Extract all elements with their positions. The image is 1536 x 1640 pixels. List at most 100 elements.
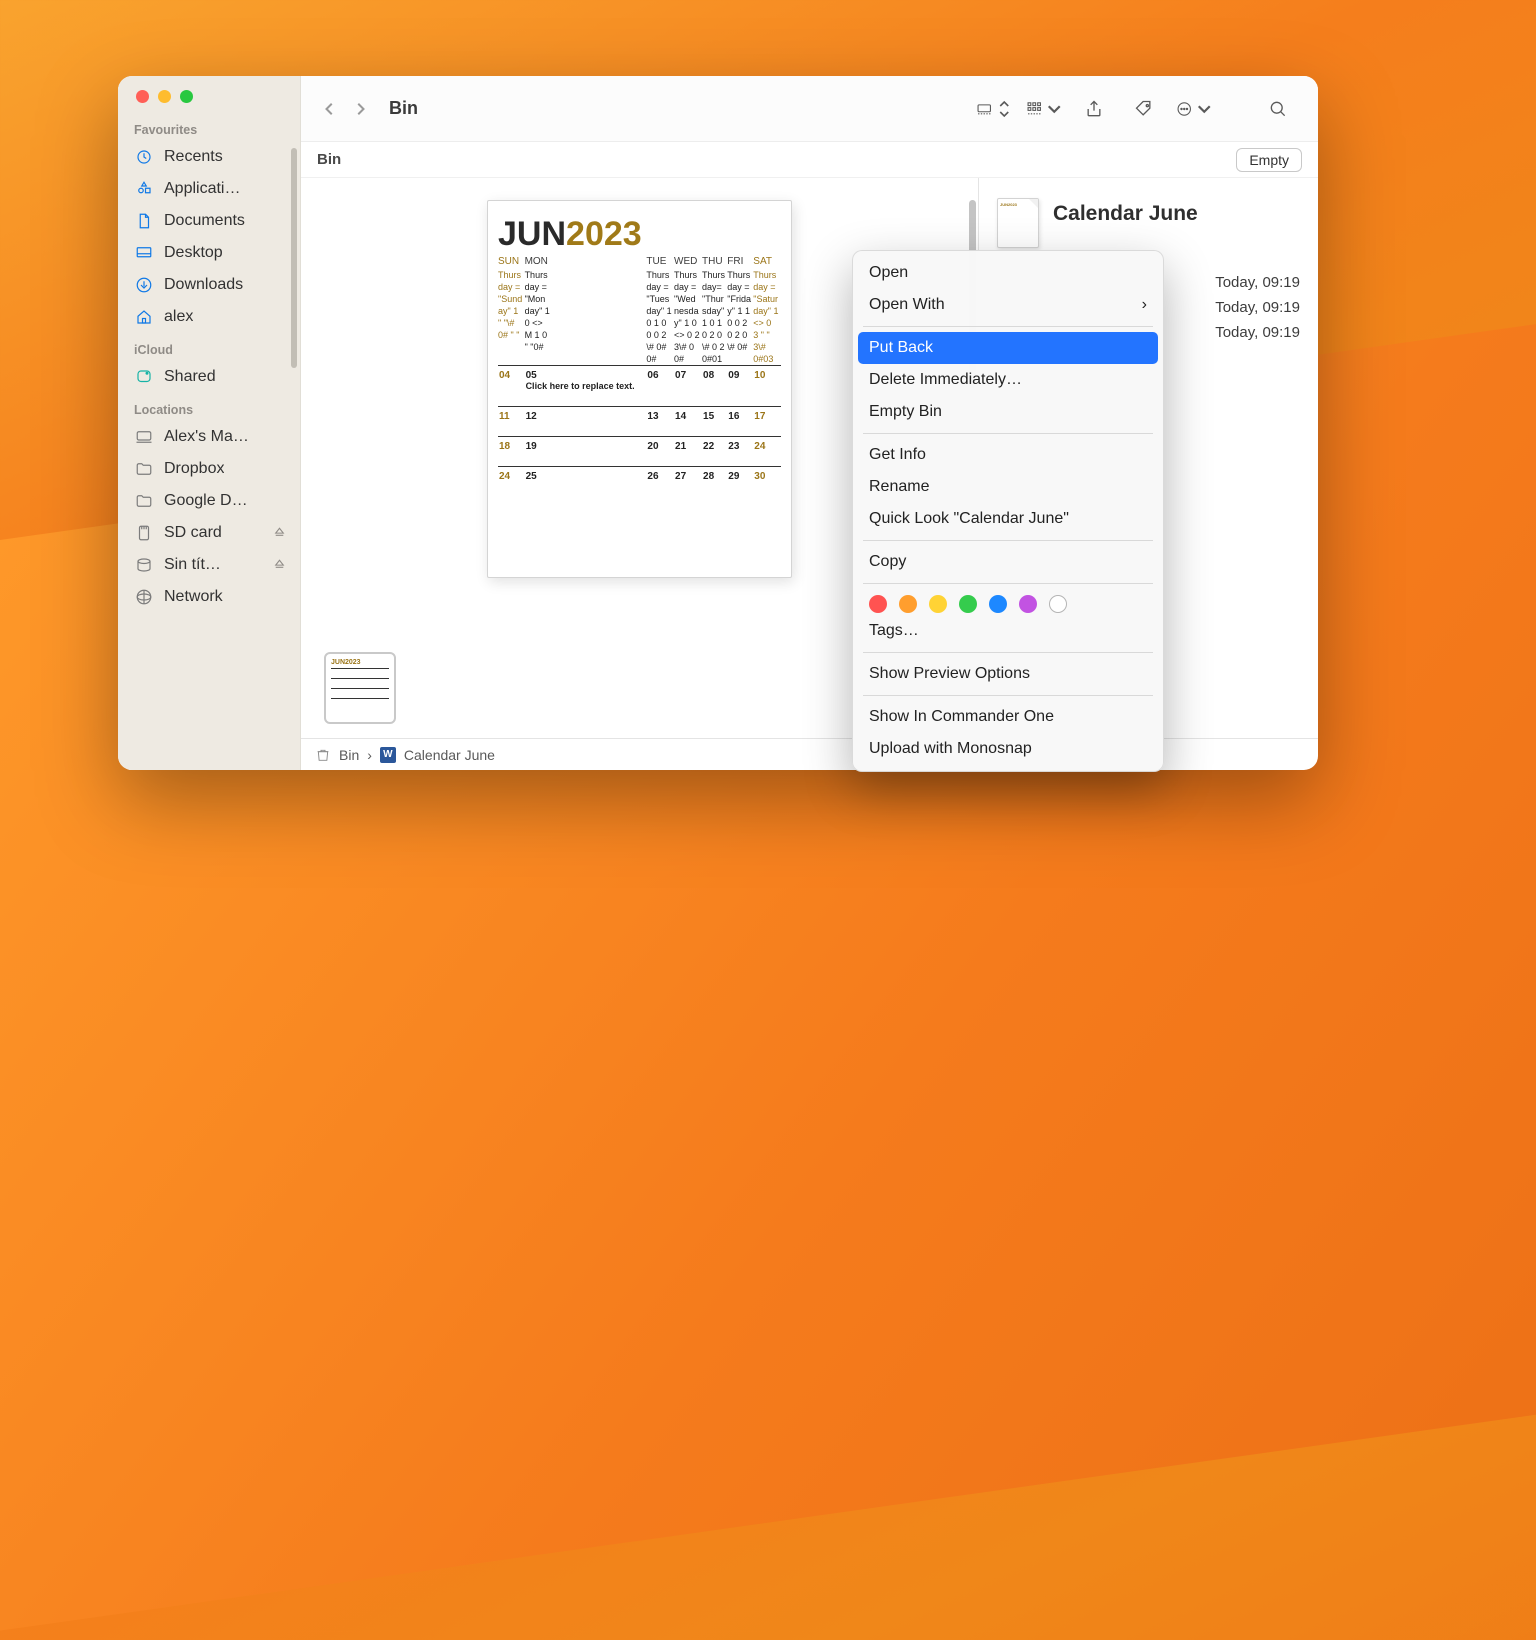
eject-icon[interactable] xyxy=(273,557,286,574)
tag-color-gr[interactable] xyxy=(959,595,977,613)
sidebar-item-downloads[interactable]: Downloads xyxy=(118,269,300,301)
tag-color-pu[interactable] xyxy=(1019,595,1037,613)
menu-separator xyxy=(863,326,1153,327)
minimize-window-button[interactable] xyxy=(158,90,171,103)
sidebar-item-dropbox[interactable]: Dropbox xyxy=(118,453,300,485)
context-menu: OpenOpen With› Put BackDelete Immediately… xyxy=(852,250,1164,772)
sidebar-section-label: iCloud xyxy=(118,333,300,361)
sidebar-item-label: Sin tít… xyxy=(164,556,221,574)
document-preview: JUN 2023 SUNMONTUEWEDTHUFRISATThursThurs… xyxy=(487,200,792,578)
mac-icon xyxy=(134,427,154,447)
path-segment[interactable]: Bin xyxy=(339,747,359,763)
chevron-right-icon: › xyxy=(1142,296,1147,314)
empty-bin-button[interactable]: Empty xyxy=(1236,148,1302,172)
sidebar-item-label: Network xyxy=(164,588,223,606)
word-doc-icon: W xyxy=(380,747,396,763)
sidebar-item-documents[interactable]: Documents xyxy=(118,205,300,237)
toolbar: Bin xyxy=(301,76,1318,142)
menu-item-open[interactable]: Open xyxy=(853,257,1163,289)
folder-icon xyxy=(134,491,154,511)
path-segment[interactable]: Calendar June xyxy=(404,747,495,763)
menu-item-rename[interactable]: Rename xyxy=(853,471,1163,503)
tag-color-or[interactable] xyxy=(899,595,917,613)
menu-item-upload-with-monosnap[interactable]: Upload with Monosnap xyxy=(853,733,1163,765)
bin-icon xyxy=(315,747,331,763)
sidebar-item-applicati[interactable]: Applicati… xyxy=(118,173,300,205)
sidebar-item-label: Recents xyxy=(164,148,223,166)
shared-icon xyxy=(134,367,154,387)
path-bar: Bin › W Calendar June xyxy=(301,738,1318,770)
sd-icon xyxy=(134,523,154,543)
sidebar-item-alexsma[interactable]: Alex's Ma… xyxy=(118,421,300,453)
menu-separator xyxy=(863,583,1153,584)
sidebar-scrollbar[interactable] xyxy=(291,148,297,368)
sidebar-item-label: Documents xyxy=(164,212,245,230)
preview-file-name: Calendar June xyxy=(1053,202,1198,226)
tags-button[interactable] xyxy=(1126,94,1162,124)
doc-icon xyxy=(134,211,154,231)
sidebar-item-alex[interactable]: alex xyxy=(118,301,300,333)
sidebar-item-shared[interactable]: Shared xyxy=(118,361,300,393)
sidebar-item-label: Alex's Ma… xyxy=(164,428,249,446)
menu-item-quick-look--calendar-june-[interactable]: Quick Look "Calendar June" xyxy=(853,503,1163,535)
menu-item-put-back[interactable]: Put Back xyxy=(858,332,1158,364)
menu-item-copy[interactable]: Copy xyxy=(853,546,1163,578)
sidebar-item-label: Dropbox xyxy=(164,460,224,478)
tag-color-bl[interactable] xyxy=(989,595,1007,613)
sidebar-item-sintt[interactable]: Sin tít… xyxy=(118,549,300,581)
thumbnail-item[interactable]: JUN2023 xyxy=(324,652,396,724)
tag-color-none[interactable] xyxy=(1049,595,1067,613)
menu-separator xyxy=(863,652,1153,653)
more-actions-button[interactable] xyxy=(1176,94,1212,124)
tag-color-row xyxy=(853,589,1163,615)
menu-item-tags-[interactable]: Tags… xyxy=(853,615,1163,647)
thumbnail-strip: JUN2023 xyxy=(318,646,402,730)
menu-separator xyxy=(863,433,1153,434)
menu-separator xyxy=(863,540,1153,541)
back-button[interactable] xyxy=(315,94,345,124)
cal-year: 2023 xyxy=(566,215,642,254)
menu-item-get-info[interactable]: Get Info xyxy=(853,439,1163,471)
location-bar: Bin Empty xyxy=(301,142,1318,178)
group-by-button[interactable] xyxy=(1026,94,1062,124)
forward-button[interactable] xyxy=(345,94,375,124)
globe-icon xyxy=(134,587,154,607)
search-button[interactable] xyxy=(1260,94,1296,124)
sidebar-item-label: SD card xyxy=(164,524,222,542)
cal-month: JUN xyxy=(498,215,566,254)
clock-icon xyxy=(134,147,154,167)
menu-item-show-in-commander-one[interactable]: Show In Commander One xyxy=(853,701,1163,733)
sidebar-item-network[interactable]: Network xyxy=(118,581,300,613)
tag-color-red[interactable] xyxy=(869,595,887,613)
tag-color-ye[interactable] xyxy=(929,595,947,613)
sidebar-item-label: Desktop xyxy=(164,244,223,262)
sidebar-section-label: Locations xyxy=(118,393,300,421)
menu-item-show-preview-options[interactable]: Show Preview Options xyxy=(853,658,1163,690)
menu-item-open-with[interactable]: Open With› xyxy=(853,289,1163,321)
main-area: Bin Bin xyxy=(301,76,1318,770)
close-window-button[interactable] xyxy=(136,90,149,103)
menu-separator xyxy=(863,695,1153,696)
path-separator: › xyxy=(367,747,372,763)
eject-icon[interactable] xyxy=(273,525,286,542)
sidebar-section-label: Favourites xyxy=(118,113,300,141)
sidebar-item-recents[interactable]: Recents xyxy=(118,141,300,173)
sidebar-item-desktop[interactable]: Desktop xyxy=(118,237,300,269)
file-icon: JUN2023 xyxy=(997,198,1039,248)
location-crumb: Bin xyxy=(317,151,341,168)
sidebar-item-sdcard[interactable]: SD card xyxy=(118,517,300,549)
window-controls xyxy=(118,90,300,113)
sidebar-item-label: Applicati… xyxy=(164,180,240,198)
window-title: Bin xyxy=(389,98,418,119)
sidebar: Favourites Recents Applicati… Documents Desk… xyxy=(118,76,301,770)
disk-icon xyxy=(134,555,154,575)
zoom-window-button[interactable] xyxy=(180,90,193,103)
sidebar-item-googled[interactable]: Google D… xyxy=(118,485,300,517)
sidebar-item-label: alex xyxy=(164,308,193,326)
home-icon xyxy=(134,307,154,327)
menu-item-empty-bin[interactable]: Empty Bin xyxy=(853,396,1163,428)
share-button[interactable] xyxy=(1076,94,1112,124)
menu-item-delete-immediately-[interactable]: Delete Immediately… xyxy=(853,364,1163,396)
sidebar-item-label: Shared xyxy=(164,368,216,386)
view-mode-button[interactable] xyxy=(976,94,1012,124)
